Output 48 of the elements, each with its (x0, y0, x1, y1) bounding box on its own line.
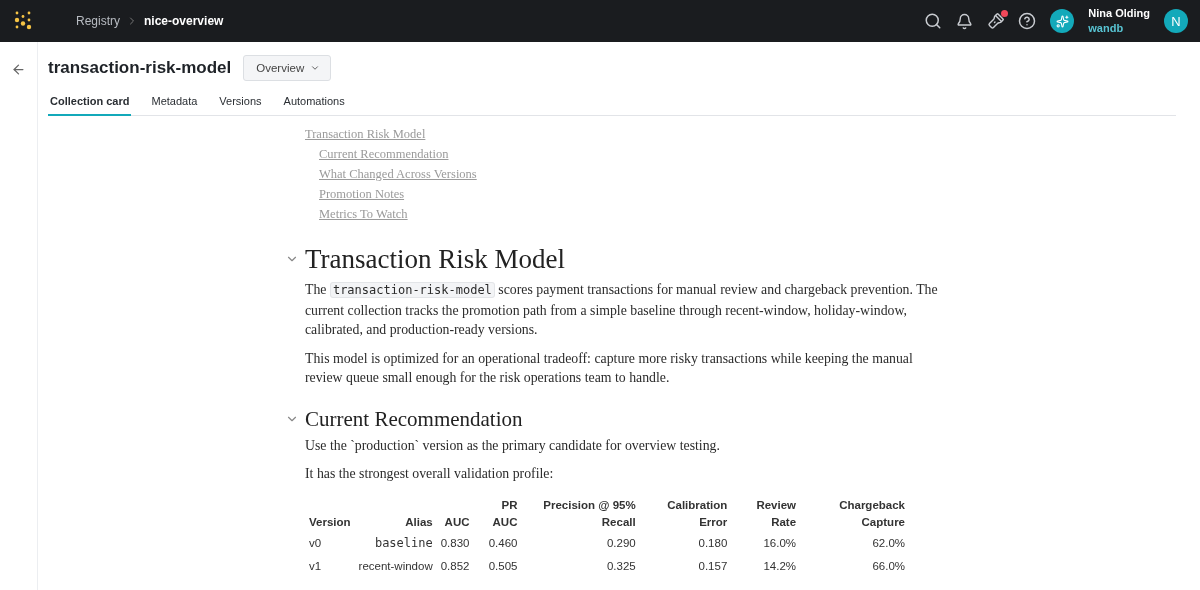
column-header: Chargeback Capture (838, 497, 906, 530)
sparkle-icon[interactable] (1050, 9, 1075, 33)
back-icon[interactable] (11, 62, 26, 77)
org-name: wandb (1088, 21, 1125, 36)
caret-icon (310, 63, 321, 73)
table-cell-text: 0.852 (439, 558, 471, 574)
tab[interactable]: Collection card (48, 90, 132, 116)
table-cell-text: 62.0% (871, 535, 906, 551)
help-icon[interactable] (1018, 12, 1037, 30)
table-cell-text: 0.460 (487, 535, 519, 551)
user-name: Nina Olding (1088, 6, 1150, 21)
paragraph: Use the `production` version as the primary candidate for overview testing. (305, 436, 721, 455)
column-header: PR AUC (491, 497, 519, 530)
table-cell-text: 14.2% (762, 558, 798, 574)
table-cell-text: 0.325 (605, 558, 637, 574)
section-heading: Current Recommendation (305, 405, 523, 432)
table-cell-text: 0.830 (439, 535, 471, 551)
table-cell-text: v1 (308, 558, 323, 574)
tab[interactable]: Versions (217, 90, 264, 116)
table-cell-text: 0.505 (487, 558, 519, 574)
table-cell-text: baseline (373, 534, 434, 552)
bell-icon[interactable] (956, 12, 974, 30)
breadcrumb-item[interactable]: nice-overview (144, 14, 224, 28)
paragraph: It has the strongest overall validation profile: (305, 465, 555, 483)
section-heading: Transaction Risk Model (305, 243, 565, 276)
table-cell-text: 0.180 (697, 535, 729, 551)
table-cell-text: 0.290 (605, 535, 637, 551)
column-header: Version (308, 514, 352, 530)
breadcrumb-item[interactable]: Registry (76, 14, 120, 28)
table-cell-text: recent-window (357, 558, 434, 574)
column-header: AUC (443, 514, 471, 530)
paragraph: The transaction-risk-model scores payment transactions for manual review and chargeback prevention. The current collection tracks the promotion path from a simple baseline through recent-window, holiday-window, calibrated, and production-ready versions. (305, 281, 939, 339)
table-cell-text: 66.0% (871, 558, 906, 574)
view-select[interactable]: Overview (243, 55, 332, 81)
column-header: Alias (404, 514, 434, 530)
table-cell-text: 0.157 (697, 558, 729, 574)
tab[interactable]: Metadata (149, 90, 200, 116)
column-header: Calibration Error (666, 497, 729, 530)
table-cell-text: 16.0% (762, 535, 798, 551)
flashlight-icon[interactable] (987, 12, 1005, 30)
column-header: Review Rate (755, 497, 798, 530)
logo-icon[interactable] (14, 10, 32, 32)
search-icon[interactable] (924, 12, 943, 30)
paragraph: This model is optimized for an operational tradeoff: capture more risky transactions while keeping the manual review queue small enough for the risk operations team to handle. (305, 349, 914, 387)
page-title: transaction-risk-model (48, 58, 232, 78)
tab[interactable]: Automations (281, 90, 347, 116)
table-cell-text: v0 (308, 535, 323, 551)
column-header: Precision @ 95% Recall (542, 497, 637, 530)
